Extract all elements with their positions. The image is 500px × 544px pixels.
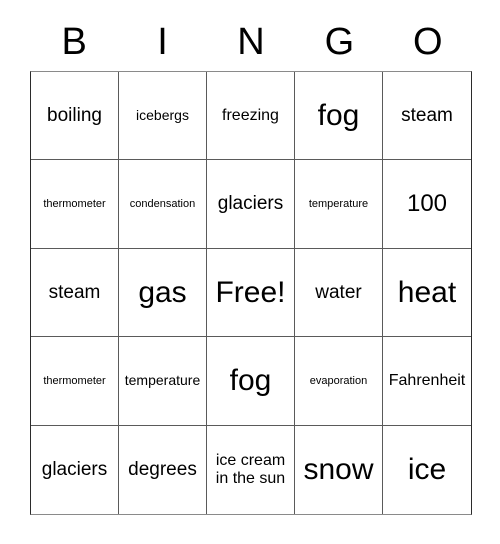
bingo-cell[interactable]: Fahrenheit (383, 337, 471, 426)
bingo-cell-label: steam (48, 281, 101, 303)
bingo-cell[interactable]: snow (295, 425, 383, 514)
bingo-cell-label: water (315, 281, 362, 303)
bingo-cell[interactable]: evaporation (295, 337, 383, 426)
bingo-header-letter-i: I (157, 21, 168, 63)
bingo-cell[interactable]: fog (295, 72, 383, 161)
bingo-header-letter-g: G (324, 21, 355, 63)
bingo-card: B I N G O boiling icebergs freezing fog … (0, 0, 500, 544)
bingo-cell-label: evaporation (309, 374, 368, 387)
bingo-cell-label: gas (138, 275, 187, 309)
bingo-header-letter-o: O (412, 21, 443, 63)
bingo-grid: boiling icebergs freezing fog steam ther… (30, 71, 472, 515)
bingo-cell-label: steam (401, 105, 453, 127)
bingo-cell[interactable]: degrees (119, 425, 207, 514)
bingo-cell-label: fog (317, 98, 360, 132)
bingo-cell[interactable]: glaciers (207, 160, 295, 249)
bingo-cell-label: temperature (308, 197, 369, 210)
bingo-cell-label: thermometer (43, 374, 106, 387)
bingo-cell[interactable]: icebergs (119, 72, 207, 161)
bingo-cell-label: thermometer (43, 197, 106, 210)
bingo-cell[interactable]: heat (383, 249, 471, 338)
bingo-header-letter-b: B (61, 21, 87, 63)
bingo-cell-label: glaciers (41, 459, 108, 481)
bingo-cell-label: boiling (47, 105, 102, 127)
bingo-cell[interactable]: steam (383, 72, 471, 161)
bingo-cell-label: ice (407, 453, 447, 486)
bingo-cell-label: Free! (215, 275, 286, 309)
bingo-cell-free-space[interactable]: Free! (207, 248, 295, 338)
bingo-cell-label: freezing (222, 106, 279, 124)
bingo-header-letter-n: N (237, 21, 265, 63)
bingo-cell[interactable]: temperature (119, 337, 207, 426)
bingo-header-row: B I N G O (30, 14, 472, 70)
bingo-cell[interactable]: steam (31, 248, 119, 338)
bingo-cell-label: glaciers (217, 193, 284, 215)
bingo-cell[interactable]: glaciers (31, 425, 119, 514)
bingo-cell[interactable]: ice cream in the sun (207, 425, 295, 514)
bingo-cell[interactable]: condensation (119, 160, 207, 249)
bingo-cell[interactable]: water (295, 248, 383, 338)
bingo-cell-label: temperature (124, 372, 201, 389)
bingo-cell-label: condensation (129, 197, 196, 210)
bingo-cell[interactable]: thermometer (31, 160, 119, 249)
bingo-cell[interactable]: 100 (383, 160, 471, 249)
bingo-cell-label: fog (229, 364, 272, 398)
bingo-cell[interactable]: boiling (31, 72, 119, 161)
bingo-cell[interactable]: fog (207, 337, 295, 426)
bingo-cell[interactable]: temperature (295, 160, 383, 249)
bingo-cell-label: ice cream in the sun (215, 451, 286, 487)
bingo-cell-label: heat (397, 275, 457, 309)
bingo-cell[interactable]: ice (383, 426, 471, 514)
bingo-cell[interactable]: freezing (207, 72, 295, 161)
bingo-cell-label: snow (303, 453, 374, 486)
bingo-cell-label: 100 (406, 189, 448, 217)
bingo-cell[interactable]: gas (119, 248, 207, 338)
bingo-cell-label: Fahrenheit (388, 371, 466, 389)
bingo-cell[interactable]: thermometer (31, 337, 119, 426)
bingo-cell-label: degrees (128, 459, 197, 481)
bingo-cell-label: icebergs (136, 106, 189, 123)
